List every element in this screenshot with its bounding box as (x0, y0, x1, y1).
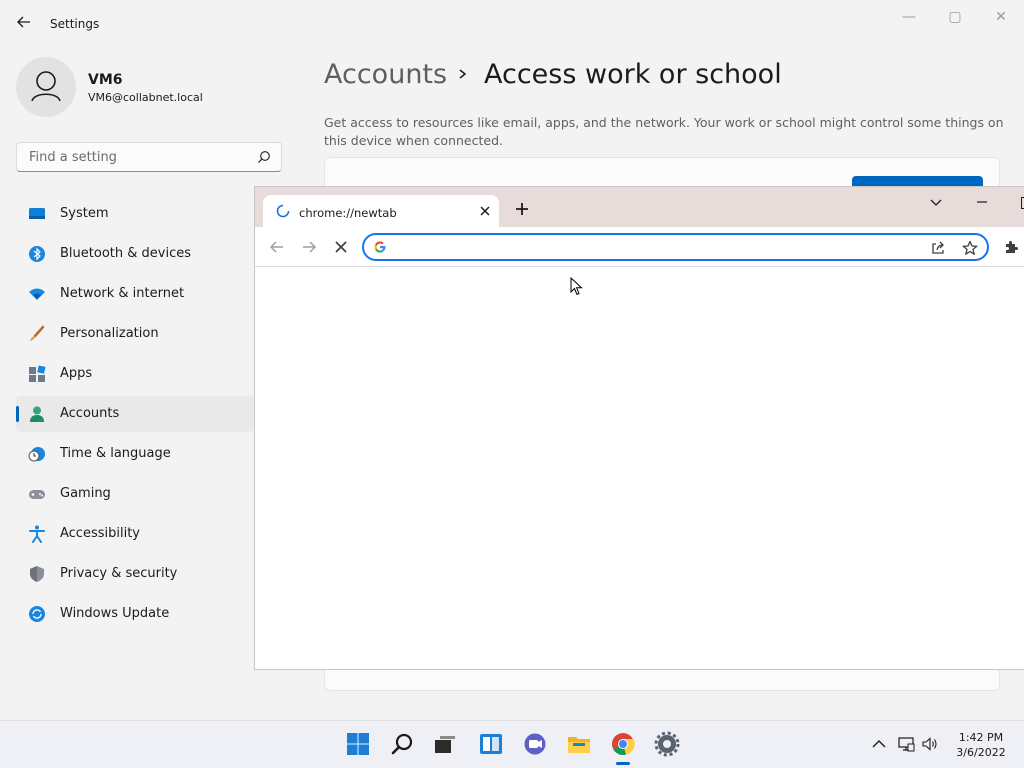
chevron-right-icon (459, 69, 467, 79)
maximize-button[interactable]: ▢ (932, 6, 978, 28)
brush-icon (30, 325, 45, 341)
settings-icon[interactable] (654, 731, 680, 757)
sidebar-item-bluetooth[interactable]: Bluetooth & devices (16, 236, 254, 272)
minimize-button[interactable]: — (886, 6, 932, 28)
sidebar-item-accounts[interactable]: Accounts (16, 396, 254, 432)
system-icon (29, 208, 45, 219)
sidebar-item-system[interactable]: System (16, 196, 254, 232)
clock-globe-icon (28, 447, 45, 462)
minimize-icon[interactable] (975, 195, 989, 209)
page-content (255, 267, 1024, 669)
sidebar-item-label: Gaming (60, 486, 111, 501)
file-explorer-icon[interactable] (566, 731, 592, 757)
omnibox-input[interactable] (394, 239, 918, 256)
chrome-toolbar (255, 227, 1024, 267)
chevron-up-icon[interactable] (870, 735, 888, 753)
sidebar-item-label: Time & language (60, 446, 171, 461)
accounts-icon (30, 406, 44, 422)
network-tray-icon[interactable] (897, 735, 915, 753)
share-icon[interactable] (930, 240, 946, 256)
google-icon (374, 241, 386, 253)
accessibility-icon (29, 525, 45, 543)
tab-newtab[interactable]: chrome://newtab (263, 195, 499, 227)
apps-icon (29, 365, 46, 382)
bluetooth-icon (29, 246, 45, 262)
close-button[interactable]: ✕ (978, 6, 1024, 28)
search-icon[interactable] (390, 731, 416, 757)
active-app-indicator (616, 762, 630, 765)
widgets-icon[interactable] (478, 731, 504, 757)
taskbar: 1:42 PM 3/6/2022 (0, 720, 1024, 768)
address-bar[interactable] (362, 233, 989, 261)
sidebar-item-label: Bluetooth & devices (60, 246, 191, 261)
sidebar-item-label: Personalization (60, 326, 159, 341)
mouse-cursor-icon (570, 277, 583, 296)
sidebar-item-label: System (60, 206, 109, 221)
tab-search-chevron-icon[interactable] (929, 195, 943, 209)
update-icon (29, 606, 45, 622)
task-view-icon[interactable] (432, 731, 458, 757)
search-icon[interactable] (257, 150, 271, 164)
sidebar-item-label: Accessibility (60, 526, 140, 541)
sidebar-item-label: Windows Update (60, 606, 170, 621)
sidebar-item-label: Accounts (60, 406, 120, 421)
start-icon[interactable] (345, 731, 371, 757)
new-tab-icon[interactable] (515, 202, 529, 216)
loading-spinner-icon (276, 204, 290, 218)
sidebar-item-windows-update[interactable]: Windows Update (16, 596, 254, 632)
sidebar-item-privacy[interactable]: Privacy & security (16, 556, 254, 592)
sidebar-item-time-language[interactable]: Time & language (16, 436, 254, 472)
back-arrow-icon[interactable] (14, 12, 34, 32)
person-icon (31, 71, 61, 102)
window-title: Settings (50, 17, 100, 31)
sidebar-item-personalization[interactable]: Personalization (16, 316, 254, 352)
stop-loading-icon[interactable] (333, 239, 349, 255)
clock-time: 1:42 PM (958, 731, 1004, 744)
extensions-puzzle-icon[interactable] (1003, 239, 1019, 255)
gamepad-icon (29, 490, 45, 499)
close-tab-icon[interactable] (479, 205, 491, 217)
chat-icon[interactable] (522, 731, 548, 757)
sidebar-item-label: Apps (60, 366, 93, 381)
back-icon[interactable] (269, 239, 285, 255)
sidebar-item-label: Privacy & security (60, 566, 178, 581)
tab-strip: chrome://newtab (255, 187, 1024, 227)
sidebar-item-gaming[interactable]: Gaming (16, 476, 254, 512)
tab-title: chrome://newtab (299, 206, 397, 220)
forward-icon[interactable] (301, 239, 317, 255)
account-email: VM6@collabnet.local (88, 91, 203, 104)
page-description: Get access to resources like email, apps… (324, 115, 1004, 148)
sidebar-item-network[interactable]: Network & internet (16, 276, 254, 312)
volume-icon[interactable] (921, 735, 939, 753)
bookmark-star-icon[interactable] (962, 240, 978, 256)
system-clock[interactable]: 1:42 PM 3/6/2022 (946, 730, 1016, 760)
breadcrumb-parent[interactable]: Accounts (324, 59, 447, 90)
sidebar-item-accessibility[interactable]: Accessibility (16, 516, 254, 552)
sidebar-item-apps[interactable]: Apps (16, 356, 254, 392)
clock-date: 3/6/2022 (956, 746, 1006, 759)
sidebar-nav: System Bluetooth & devices Network & int… (16, 196, 254, 636)
chrome-window: chrome://newtab (254, 186, 1024, 670)
network-icon (29, 288, 45, 300)
sidebar-item-label: Network & internet (60, 286, 185, 301)
search-input[interactable] (27, 149, 251, 166)
account-name: VM6 (88, 72, 123, 88)
page-title: Access work or school (484, 59, 782, 90)
settings-search[interactable] (16, 142, 282, 172)
chrome-icon[interactable] (610, 731, 636, 757)
shield-icon (30, 566, 44, 582)
avatar[interactable] (16, 57, 76, 117)
